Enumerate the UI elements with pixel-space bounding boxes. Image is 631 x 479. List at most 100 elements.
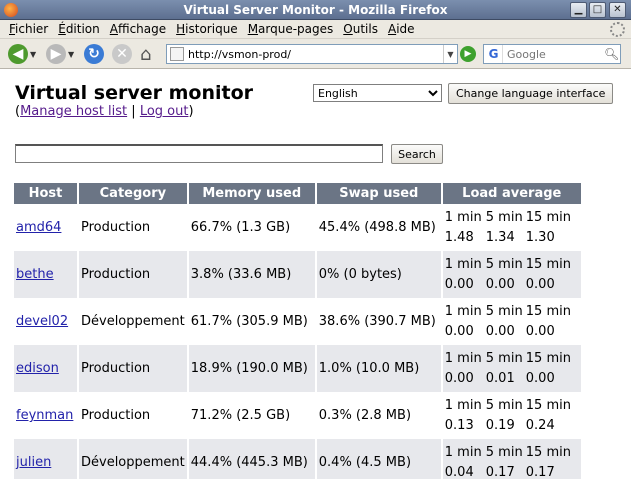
- reload-button[interactable]: ↻: [84, 43, 104, 65]
- memory-cell: 71.2% (2.5 GB): [190, 408, 291, 423]
- load-5min: 0.17: [485, 465, 515, 479]
- load-15min: 0.24: [525, 418, 555, 433]
- load-1min: 0.13: [444, 418, 474, 433]
- maximize-button[interactable]: □: [589, 2, 606, 18]
- host-cell: julien: [14, 439, 77, 479]
- host-cell: bethe: [14, 251, 77, 298]
- magnifier-icon[interactable]: 🔍︎: [604, 47, 620, 61]
- forward-history-dropdown-icon[interactable]: ▼: [68, 50, 74, 59]
- stop-icon: ✕: [112, 44, 132, 64]
- host-link[interactable]: amd64: [16, 220, 61, 235]
- back-history-dropdown-icon[interactable]: ▼: [30, 50, 36, 59]
- menu-bar: Fichier Édition Affichage Historique Mar…: [0, 20, 631, 39]
- reload-icon: ↻: [84, 44, 104, 64]
- menu-outils[interactable]: Outils: [338, 22, 383, 36]
- load-label-5min: 5 min: [485, 210, 523, 225]
- load-cell: 1 min 5 min 15 min 0.00 0.00 0.00: [443, 298, 581, 345]
- load-label-1min: 1 min: [444, 351, 482, 366]
- memory-cell: 18.9% (190.0 MB): [188, 345, 315, 392]
- menu-affichage[interactable]: Affichage: [105, 22, 171, 36]
- url-text[interactable]: http://vsmon-prod/: [188, 48, 443, 61]
- host-cell: amd64: [14, 204, 77, 251]
- home-icon: ⌂: [140, 43, 152, 65]
- header-category: Category: [79, 183, 187, 204]
- table-row: feynman Production 71.2% (2.5 GB) 0.3% (…: [14, 392, 581, 439]
- category-cell: Production: [79, 251, 187, 298]
- category-cell: Production: [79, 345, 187, 392]
- load-15min: 0.00: [525, 324, 555, 339]
- swap-cell: 0% (0 bytes): [316, 251, 441, 298]
- minimize-button[interactable]: ▁: [570, 2, 587, 18]
- load-1min: 0.00: [444, 324, 474, 339]
- stop-button[interactable]: ✕: [112, 43, 132, 65]
- change-language-button[interactable]: Change language interface: [448, 83, 614, 104]
- table-header-row: Host Category Memory used Swap used Load…: [14, 183, 581, 204]
- back-button[interactable]: ◀ ▼: [8, 43, 36, 65]
- host-link[interactable]: bethe: [16, 267, 54, 282]
- page-title: Virtual server monitor: [15, 82, 254, 104]
- load-label-1min: 1 min: [444, 210, 482, 225]
- load-1min: 0.00: [444, 371, 474, 386]
- category-cell: Production: [81, 220, 151, 235]
- logout-link[interactable]: Log out: [140, 104, 189, 119]
- window-titlebar[interactable]: Virtual Server Monitor - Mozilla Firefox…: [0, 0, 631, 20]
- web-search-input[interactable]: [503, 47, 604, 61]
- host-search-input[interactable]: [15, 144, 383, 163]
- load-label-15min: 15 min: [525, 398, 571, 413]
- close-button[interactable]: ✕: [609, 2, 626, 18]
- menu-aide[interactable]: Aide: [383, 22, 420, 36]
- language-select[interactable]: English: [313, 84, 442, 102]
- load-label-1min: 1 min: [444, 257, 482, 272]
- url-history-dropdown-icon[interactable]: ▼: [443, 45, 457, 63]
- host-link[interactable]: feynman: [16, 408, 73, 423]
- host-cell: devel02: [14, 298, 77, 345]
- table-row: amd64 Production 66.7% (1.3 GB) 45.4% (4…: [14, 204, 581, 251]
- host-cell: edison: [14, 345, 77, 392]
- menu-fichier[interactable]: Fichier: [4, 22, 53, 36]
- host-link[interactable]: devel02: [16, 314, 68, 329]
- load-label-15min: 15 min: [525, 351, 571, 366]
- manage-host-list-link[interactable]: Manage host list: [20, 104, 127, 119]
- host-link[interactable]: julien: [16, 455, 51, 470]
- throbber-icon: [610, 22, 625, 37]
- load-5min: 0.01: [485, 371, 515, 386]
- swap-cell: 1.0% (10.0 MB): [316, 345, 441, 392]
- load-cell: 1 min 5 min 15 min 0.00 0.01 0.00: [442, 345, 581, 392]
- forward-arrow-icon: ▶: [46, 44, 66, 64]
- navigation-toolbar: ◀ ▼ ▶ ▼ ↻ ✕ ⌂ http://vsmon-prod/ ▼ ▶ G 🔍…: [0, 39, 631, 69]
- host-cell: feynman: [14, 392, 77, 439]
- load-5min: 0.19: [485, 418, 515, 433]
- host-link[interactable]: edison: [16, 361, 59, 376]
- forward-button[interactable]: ▶ ▼: [46, 43, 74, 65]
- memory-cell: 44.4% (445.3 MB): [188, 439, 315, 479]
- url-bar[interactable]: http://vsmon-prod/ ▼: [166, 44, 458, 64]
- category-cell: Production: [81, 408, 151, 423]
- load-15min: 1.30: [525, 230, 555, 245]
- go-button[interactable]: ▶: [460, 46, 476, 62]
- menu-historique[interactable]: Historique: [171, 22, 243, 36]
- load-label-5min: 5 min: [485, 257, 523, 272]
- menu-marque-pages[interactable]: Marque-pages: [243, 22, 339, 36]
- category-cell: Développement: [79, 439, 187, 479]
- table-row: edison Production 18.9% (190.0 MB) 1.0% …: [14, 345, 581, 392]
- load-label-5min: 5 min: [485, 351, 523, 366]
- memory-cell: 66.7% (1.3 GB): [190, 220, 291, 235]
- load-cell: 1 min 5 min 15 min 0.04 0.17 0.17: [442, 439, 581, 479]
- home-button[interactable]: ⌂: [140, 43, 151, 65]
- load-1min: 1.48: [444, 230, 474, 245]
- page-icon: [170, 47, 184, 61]
- search-button[interactable]: Search: [391, 144, 443, 164]
- load-1min: 0.00: [444, 277, 474, 292]
- load-5min: 0.00: [485, 277, 515, 292]
- google-engine-icon[interactable]: G: [485, 45, 503, 63]
- link-separator: |: [131, 104, 136, 119]
- load-label-1min: 1 min: [444, 445, 482, 460]
- load-15min: 0.00: [525, 277, 555, 292]
- load-5min: 1.34: [485, 230, 515, 245]
- load-label-1min: 1 min: [444, 304, 482, 319]
- search-bar[interactable]: G 🔍︎: [483, 44, 621, 64]
- load-label-15min: 15 min: [525, 304, 571, 319]
- menu-edition[interactable]: Édition: [53, 22, 105, 36]
- load-label-5min: 5 min: [485, 398, 523, 413]
- load-label-1min: 1 min: [444, 398, 482, 413]
